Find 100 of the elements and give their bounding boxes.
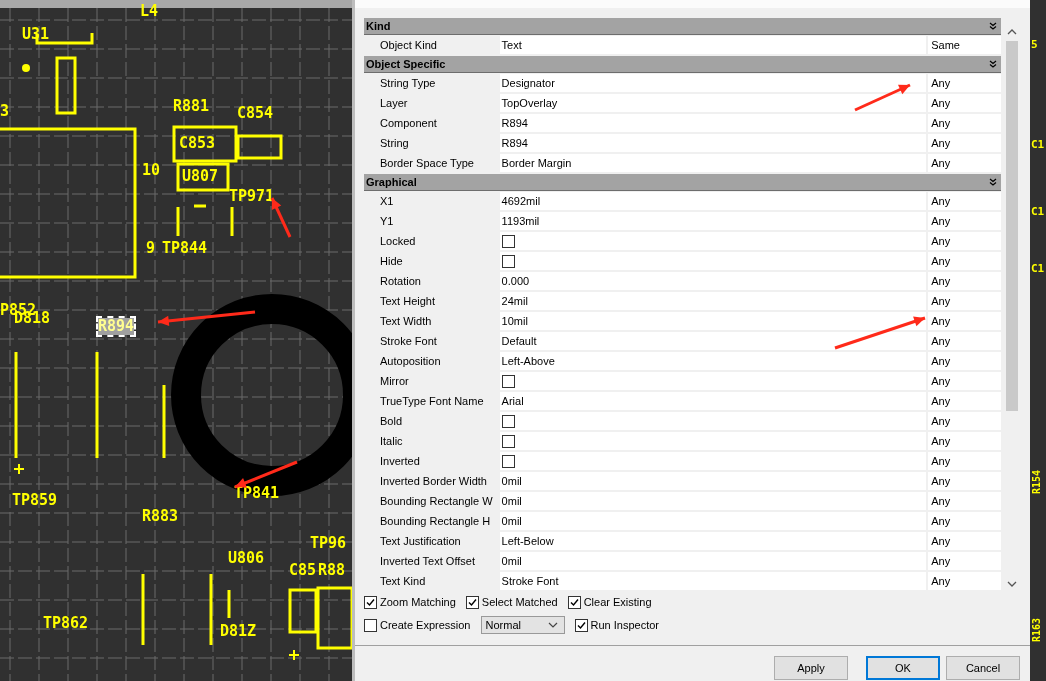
- property-label: X1: [379, 194, 395, 209]
- designator-label[interactable]: TP971: [229, 188, 275, 205]
- designator-label[interactable]: R88: [318, 562, 346, 579]
- option-checkbox[interactable]: Create Expression: [364, 618, 471, 632]
- checkbox[interactable]: [501, 234, 515, 248]
- option-checkbox[interactable]: Zoom Matching: [364, 595, 456, 609]
- match-value[interactable]: Any: [928, 572, 1001, 590]
- property-label: Bounding Rectangle H: [379, 514, 492, 529]
- designator-label[interactable]: 3: [0, 103, 10, 120]
- property-value[interactable]: 0.000: [499, 272, 927, 290]
- match-value[interactable]: Any: [928, 452, 1001, 470]
- property-value[interactable]: Left-Below: [499, 532, 927, 550]
- dialog-button[interactable]: Apply: [774, 656, 848, 680]
- check-icon: [568, 596, 580, 608]
- check-icon: [466, 596, 478, 608]
- match-value[interactable]: Any: [928, 472, 1001, 490]
- property-value[interactable]: Border Margin: [499, 154, 927, 172]
- match-value[interactable]: Any: [928, 134, 1001, 152]
- designator-label[interactable]: C85: [289, 562, 317, 579]
- property-value[interactable]: 0mil: [499, 512, 927, 530]
- designator-label[interactable]: C854: [237, 105, 274, 122]
- check-icon: [575, 619, 587, 631]
- match-value[interactable]: Any: [928, 492, 1001, 510]
- designator-label[interactable]: C1: [1031, 205, 1045, 218]
- designator-label[interactable]: TP96: [310, 535, 347, 552]
- designator-label[interactable]: R163: [1031, 618, 1042, 643]
- checkbox[interactable]: [501, 434, 515, 448]
- section-header[interactable]: Object Specific: [364, 56, 1001, 73]
- option-checkbox[interactable]: Clear Existing: [567, 595, 652, 609]
- property-value[interactable]: 24mil: [499, 292, 927, 310]
- designator-label[interactable]: C1: [1031, 138, 1045, 151]
- property-value[interactable]: R894: [499, 114, 927, 132]
- collapse-icon[interactable]: [989, 178, 997, 186]
- property-value[interactable]: Arial: [499, 392, 927, 410]
- checkbox[interactable]: [501, 454, 515, 468]
- property-value[interactable]: 1193mil: [499, 212, 927, 230]
- match-value[interactable]: Any: [928, 532, 1001, 550]
- designator-label[interactable]: R154: [1031, 470, 1042, 495]
- designator-label[interactable]: U806: [228, 550, 265, 567]
- match-value[interactable]: Any: [928, 272, 1001, 290]
- checkbox[interactable]: [501, 414, 515, 428]
- designator-label[interactable]: 5: [1031, 38, 1038, 51]
- match-value[interactable]: Any: [928, 192, 1001, 210]
- mode-dropdown[interactable]: Normal: [480, 616, 565, 634]
- match-value[interactable]: Any: [928, 114, 1001, 132]
- scroll-down-icon[interactable]: [1007, 581, 1017, 587]
- match-value[interactable]: Any: [928, 352, 1001, 370]
- designator-label[interactable]: D81Z: [220, 623, 257, 640]
- match-value[interactable]: Any: [928, 94, 1001, 112]
- match-value[interactable]: Any: [928, 74, 1001, 92]
- match-value[interactable]: Any: [928, 292, 1001, 310]
- section-header[interactable]: Kind: [364, 18, 1001, 35]
- designator-label[interactable]: R883: [142, 508, 179, 525]
- dialog-button[interactable]: OK: [866, 656, 940, 680]
- match-value[interactable]: Any: [928, 312, 1001, 330]
- property-value[interactable]: 10mil: [499, 312, 927, 330]
- property-value[interactable]: R894: [499, 134, 927, 152]
- designator-label[interactable]: C1: [1031, 262, 1045, 275]
- match-value[interactable]: Any: [928, 552, 1001, 570]
- property-value[interactable]: Text: [499, 36, 927, 54]
- match-value[interactable]: Any: [928, 332, 1001, 350]
- designator-label[interactable]: TP844: [162, 240, 208, 257]
- designator-label[interactable]: TP841: [234, 485, 280, 502]
- match-value[interactable]: Any: [928, 392, 1001, 410]
- collapse-icon[interactable]: [989, 22, 997, 30]
- property-label: Component: [379, 116, 438, 131]
- designator-label[interactable]: 9: [146, 240, 156, 257]
- designator-label[interactable]: TP862: [43, 615, 89, 632]
- checkbox[interactable]: [501, 254, 515, 268]
- property-value[interactable]: 0mil: [499, 492, 927, 510]
- property-value[interactable]: Left-Above: [499, 352, 927, 370]
- match-value[interactable]: Any: [928, 232, 1001, 250]
- designator-label[interactable]: 10: [142, 162, 161, 179]
- dialog-button[interactable]: Cancel: [946, 656, 1020, 680]
- match-value[interactable]: Any: [928, 412, 1001, 430]
- match-value[interactable]: Any: [928, 512, 1001, 530]
- collapse-icon[interactable]: [989, 60, 997, 68]
- designator-label[interactable]: L4: [140, 3, 159, 20]
- match-value[interactable]: Any: [928, 212, 1001, 230]
- property-value[interactable]: Stroke Font: [499, 572, 927, 590]
- property-label: Italic: [379, 434, 404, 449]
- match-value[interactable]: Any: [928, 154, 1001, 172]
- designator-label[interactable]: R881: [173, 98, 210, 115]
- designator-label[interactable]: TP859: [12, 492, 58, 509]
- section-header[interactable]: Graphical: [364, 174, 1001, 191]
- checkbox[interactable]: [501, 374, 515, 388]
- match-value[interactable]: Any: [928, 432, 1001, 450]
- match-value[interactable]: Any: [928, 372, 1001, 390]
- property-value[interactable]: TopOverlay: [499, 94, 927, 112]
- scroll-up-icon[interactable]: [1007, 29, 1017, 35]
- match-value[interactable]: Any: [928, 252, 1001, 270]
- match-value[interactable]: Same: [928, 36, 1001, 54]
- property-value[interactable]: 0mil: [499, 552, 927, 570]
- property-value[interactable]: Default: [499, 332, 927, 350]
- property-value[interactable]: 0mil: [499, 472, 927, 490]
- property-value[interactable]: 4692mil: [499, 192, 927, 210]
- option-checkbox[interactable]: Select Matched: [465, 595, 558, 609]
- property-value[interactable]: Designator: [499, 74, 927, 92]
- option-checkbox[interactable]: Run Inspector: [574, 618, 659, 632]
- property-label: Rotation: [379, 274, 422, 289]
